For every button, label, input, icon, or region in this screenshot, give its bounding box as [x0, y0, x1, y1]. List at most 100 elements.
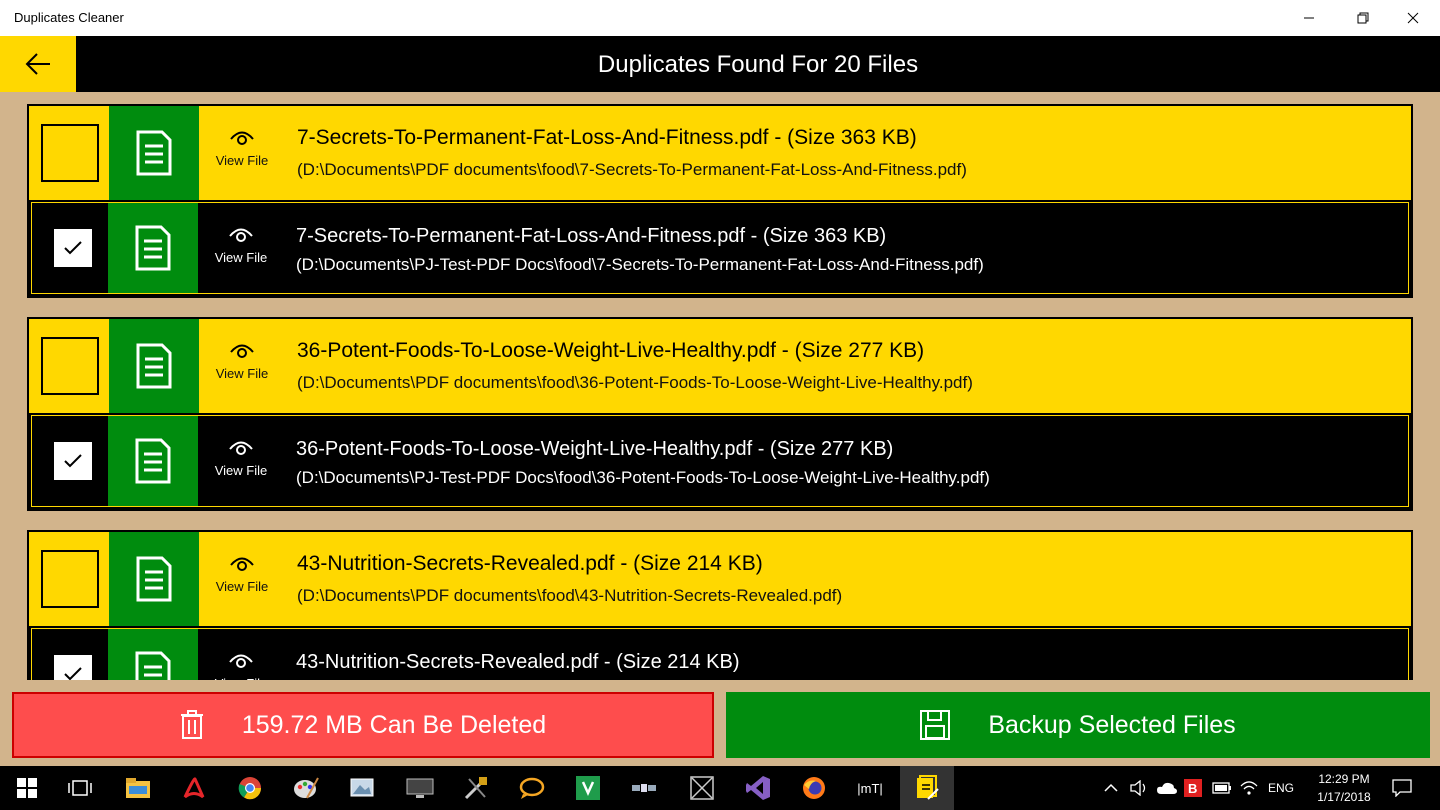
view-file-button[interactable]: View File: [207, 341, 277, 381]
file-path: (D:\Documents\PDF documents\food\36-Pote…: [297, 373, 973, 392]
taskbar-app-paint[interactable]: [290, 772, 322, 804]
tray-overflow-chevron[interactable]: [1104, 766, 1118, 810]
duplicate-group: View File 36-Potent-Foods-To-Loose-Weigh…: [27, 317, 1413, 511]
view-file-label: View File: [214, 463, 268, 478]
clock-time: 12:29 PM: [1318, 772, 1370, 786]
app-header: Duplicates Found For 20 Files: [0, 36, 1440, 92]
taskbar-app-acrobat[interactable]: [178, 772, 210, 804]
select-checkbox[interactable]: [41, 124, 99, 182]
acrobat-icon: [183, 777, 205, 799]
tray-wifi[interactable]: [1240, 766, 1258, 810]
taskbar-app-photo-viewer[interactable]: [346, 772, 378, 804]
view-file-label: View File: [214, 250, 268, 265]
tray-bitdefender[interactable]: B: [1184, 766, 1202, 810]
visual-studio-icon: [746, 776, 770, 800]
tray-language[interactable]: ENG: [1268, 766, 1294, 810]
close-button[interactable]: [1386, 0, 1440, 36]
task-view-button[interactable]: [64, 772, 96, 804]
monitor-icon: [406, 778, 434, 798]
delete-button[interactable]: 159.72 MB Can Be Deleted: [12, 692, 714, 758]
checkmark-icon: [64, 454, 82, 468]
duplicate-file-row: View File 43-Nutrition-Secrets-Revealed.…: [31, 628, 1409, 680]
delete-label: 159.72 MB Can Be Deleted: [241, 710, 547, 739]
taskbar-app-file-explorer[interactable]: [122, 772, 154, 804]
clock-date: 1/17/2018: [1317, 790, 1371, 804]
checkmark-icon: [64, 667, 82, 680]
file-path: (D:\Documents\PDF documents\food\43-Nutr…: [297, 586, 843, 605]
minimize-button[interactable]: [1282, 0, 1336, 36]
x-window-icon: [690, 776, 714, 800]
file-name: 43-Nutrition-Secrets-Revealed.pdf - (Siz…: [296, 651, 740, 673]
file-path: (D:\Documents\PDF documents\food\7-Secre…: [297, 160, 967, 179]
window-title: Duplicates Cleaner: [14, 10, 124, 25]
tray-volume[interactable]: [1130, 766, 1148, 810]
back-button[interactable]: [0, 36, 76, 92]
view-file-button[interactable]: View File: [206, 225, 276, 265]
checkmark-icon: [64, 241, 82, 255]
taskbar-app-tools[interactable]: [460, 772, 492, 804]
view-file-label: View File: [215, 579, 269, 594]
cloud-icon: [1157, 782, 1177, 794]
file-path: (D:\Documents\PJ-Test-PDF Docs\food\36-P…: [296, 468, 990, 487]
chrome-icon: [238, 777, 262, 800]
taskbar-app-firefox[interactable]: [798, 772, 830, 804]
task-view-icon: [68, 780, 92, 796]
paint-palette-icon: [294, 777, 319, 799]
folder-icon: [126, 778, 150, 798]
speaker-icon: [1130, 780, 1146, 796]
wifi-icon: [1240, 781, 1258, 795]
select-checkbox[interactable]: [54, 229, 92, 267]
view-file-button[interactable]: View File: [207, 128, 277, 168]
select-checkbox[interactable]: [41, 550, 99, 608]
chat-bubble-icon: [519, 777, 545, 799]
view-file-button[interactable]: View File: [207, 554, 277, 594]
page-title: Duplicates Found For 20 Files: [597, 51, 919, 78]
document-icon: [108, 203, 198, 293]
duplicate-group: View File 7-Secrets-To-Permanent-Fat-Los…: [27, 104, 1413, 298]
note-app-icon: [576, 776, 600, 800]
taskbar-app-remote-desktop[interactable]: [404, 772, 436, 804]
notification-icon: [1392, 779, 1412, 797]
taskbar-app-visual-studio[interactable]: [742, 772, 774, 804]
tray-onedrive[interactable]: [1156, 766, 1178, 810]
tray-battery[interactable]: [1212, 766, 1232, 810]
document-icon: [109, 319, 199, 413]
taskbar-app-notes[interactable]: [572, 772, 604, 804]
duplicate-file-row: View File 7-Secrets-To-Permanent-Fat-Los…: [31, 202, 1409, 294]
start-button[interactable]: [11, 772, 43, 804]
save-icon: [920, 710, 951, 740]
eye-icon: [230, 131, 254, 145]
taskbar-app-duplicates-cleaner[interactable]: [911, 772, 943, 804]
view-file-button[interactable]: View File: [206, 651, 276, 680]
select-checkbox[interactable]: [41, 337, 99, 395]
taskbar-app-satellite[interactable]: [628, 772, 660, 804]
taskbar-clock[interactable]: 12:29 PM 1/17/2018: [1306, 770, 1382, 806]
taskbar-app-blank-window[interactable]: [686, 772, 718, 804]
close-icon: [1407, 12, 1419, 24]
backup-label: Backup Selected Files: [988, 710, 1236, 739]
taskbar-app-lync[interactable]: [516, 772, 548, 804]
document-icon: [109, 532, 199, 626]
taskbar-app-chrome[interactable]: [234, 772, 266, 804]
file-name: 43-Nutrition-Secrets-Revealed.pdf - (Siz…: [297, 552, 763, 575]
restore-button[interactable]: [1336, 0, 1390, 36]
chevron-up-icon: [1104, 783, 1118, 792]
original-file-row: View File 7-Secrets-To-Permanent-Fat-Los…: [29, 106, 1411, 200]
view-file-button[interactable]: View File: [206, 438, 276, 478]
photo-viewer-icon: [350, 778, 374, 797]
duplicates-cleaner-icon: [917, 775, 939, 800]
svg-text:B: B: [1188, 781, 1197, 796]
view-file-label: View File: [215, 366, 269, 381]
duplicates-list[interactable]: View File 7-Secrets-To-Permanent-Fat-Los…: [0, 92, 1440, 680]
select-checkbox[interactable]: [54, 655, 92, 680]
restore-icon: [1357, 12, 1369, 24]
select-checkbox[interactable]: [54, 442, 92, 480]
eye-icon: [229, 654, 253, 668]
back-arrow-icon: [25, 53, 50, 75]
backup-button[interactable]: Backup Selected Files: [726, 692, 1430, 758]
action-center-button[interactable]: [1392, 766, 1412, 810]
firefox-icon: [803, 777, 825, 799]
taskbar-app-mt[interactable]: |mT|: [852, 772, 888, 804]
eye-icon: [229, 228, 253, 242]
file-name: 36-Potent-Foods-To-Loose-Weight-Live-Hea…: [297, 339, 925, 362]
